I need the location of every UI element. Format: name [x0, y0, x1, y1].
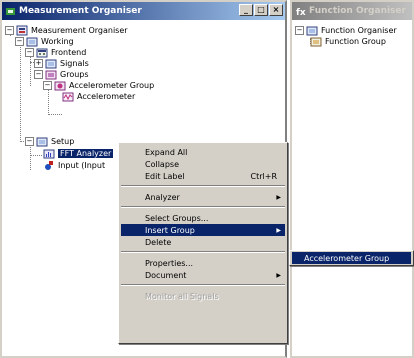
function-icon: fx	[296, 8, 306, 17]
menu-separator	[121, 251, 285, 253]
tree-node-accelerometer[interactable]: Accelerometer	[62, 91, 135, 102]
collapse-toggle[interactable]: −	[43, 81, 52, 90]
menu-item-label: Expand All	[145, 147, 188, 157]
tree-line	[48, 114, 62, 115]
function-tree: − Function Organiser Function Group	[292, 22, 412, 356]
input-icon	[45, 161, 53, 170]
svg-text:fx: fx	[296, 8, 306, 17]
menu-item-delete[interactable]: Delete	[121, 236, 285, 248]
group-icon	[54, 81, 66, 91]
menu-item-label: Document	[145, 270, 187, 280]
folder-icon	[306, 26, 318, 36]
collapse-toggle[interactable]: −	[34, 70, 43, 79]
groups-icon	[45, 70, 57, 80]
menu-item-label: Collapse	[145, 159, 179, 169]
signal-icon	[62, 92, 74, 102]
function-organiser-window: fx Function Organiser − Function Organis…	[290, 0, 414, 358]
app-icon	[6, 7, 15, 15]
folder-icon	[36, 137, 48, 147]
tree-label: Setup	[51, 137, 75, 146]
tree-node-root[interactable]: − Measurement Organiser	[5, 25, 128, 36]
tree-label: Working	[41, 37, 74, 46]
tree-label: Accelerometer	[77, 92, 136, 101]
collapse-toggle[interactable]: −	[25, 137, 34, 146]
tree-label: Groups	[60, 70, 89, 79]
collapse-toggle[interactable]: −	[25, 48, 34, 57]
tree-label: Accelerometer Group	[69, 81, 155, 90]
folder-icon	[26, 37, 38, 47]
window-title: Function Organiser	[309, 6, 406, 16]
tree-node-groups[interactable]: − Groups	[34, 69, 89, 80]
submenu-item-accelerometer-group[interactable]: Accelerometer Group	[292, 252, 411, 264]
tree-label: Frontend	[51, 48, 87, 57]
expand-toggle[interactable]: +	[34, 59, 43, 68]
tree-node-input[interactable]: Input (Input	[43, 160, 105, 171]
submenu-arrow-icon: ▶	[276, 193, 281, 201]
submenu-arrow-icon: ▶	[276, 226, 281, 234]
menu-item-label: Monitor all Signals	[145, 291, 219, 301]
tree-label: Input (Input	[58, 161, 106, 170]
frontend-icon	[36, 48, 48, 58]
tree-label: Signals	[60, 59, 89, 68]
tree-node-setup[interactable]: − Setup	[25, 136, 74, 147]
menu-item-label: Analyzer	[145, 192, 180, 202]
menu-item-edit-label[interactable]: Edit Label Ctrl+R	[121, 170, 285, 182]
collapse-toggle[interactable]: −	[295, 26, 304, 35]
menu-separator	[121, 206, 285, 208]
tree-label: Function Group	[325, 37, 386, 46]
tree-node-accelerometer-group[interactable]: − Accelerometer Group	[43, 80, 154, 91]
title-bar[interactable]: Measurement Organiser _ □ ×	[2, 2, 285, 20]
shortcut-label: Ctrl+R	[250, 171, 278, 181]
menu-item-collapse[interactable]: Collapse	[121, 158, 285, 170]
menu-separator	[121, 284, 285, 286]
menu-separator	[121, 185, 285, 187]
menu-item-label: Edit Label	[145, 171, 185, 181]
menu-item-label: Properties...	[145, 258, 194, 268]
window-title: Measurement Organiser	[19, 6, 142, 16]
organiser-icon	[16, 25, 28, 36]
collapse-toggle[interactable]: −	[15, 37, 24, 46]
tree-node-fft-analyzer[interactable]: FFT Analyzer	[43, 148, 114, 159]
tree-node-function-root[interactable]: − Function Organiser	[295, 25, 397, 36]
tree-label: Function Organiser	[321, 26, 397, 35]
tree-node-function-group[interactable]: Function Group	[310, 36, 386, 47]
title-bar[interactable]: fx Function Organiser	[292, 2, 412, 20]
folder-icon	[45, 59, 57, 69]
tree-node-signals[interactable]: + Signals	[34, 58, 89, 69]
tree-node-frontend[interactable]: − Frontend	[25, 47, 86, 58]
context-menu: Expand All Collapse Edit Label Ctrl+R An…	[118, 142, 288, 344]
tree-line	[20, 39, 21, 142]
menu-item-insert-group[interactable]: Insert Group ▶	[121, 224, 285, 236]
tree-label: Measurement Organiser	[31, 26, 128, 35]
window-controls: _ □ ×	[239, 4, 283, 16]
insert-group-submenu: Accelerometer Group	[289, 250, 414, 266]
menu-item-label: Insert Group	[145, 225, 195, 235]
collapse-toggle[interactable]: −	[5, 26, 14, 35]
menu-item-label: Select Groups...	[145, 213, 209, 223]
tree-label-selected: FFT Analyzer	[58, 149, 114, 158]
folder-icon	[310, 37, 322, 47]
menu-item-select-groups[interactable]: Select Groups...	[121, 212, 285, 224]
analyzer-icon	[43, 149, 55, 159]
menu-item-analyzer[interactable]: Analyzer ▶	[121, 191, 285, 203]
menu-item-label: Delete	[145, 237, 172, 247]
menu-item-monitor-all-signals[interactable]: Monitor all Signals	[121, 290, 285, 302]
minimize-button[interactable]: _	[239, 4, 253, 16]
menu-item-expand-all[interactable]: Expand All	[121, 146, 285, 158]
close-button[interactable]: ×	[269, 4, 283, 16]
submenu-arrow-icon: ▶	[276, 271, 281, 279]
menu-item-properties[interactable]: Properties...	[121, 257, 285, 269]
menu-item-document[interactable]: Document ▶	[121, 269, 285, 281]
tree-line	[30, 155, 42, 156]
menu-item-label: Accelerometer Group	[304, 253, 390, 263]
tree-line	[48, 90, 49, 115]
maximize-button[interactable]: □	[254, 4, 268, 16]
tree-node-working[interactable]: − Working	[15, 36, 74, 47]
